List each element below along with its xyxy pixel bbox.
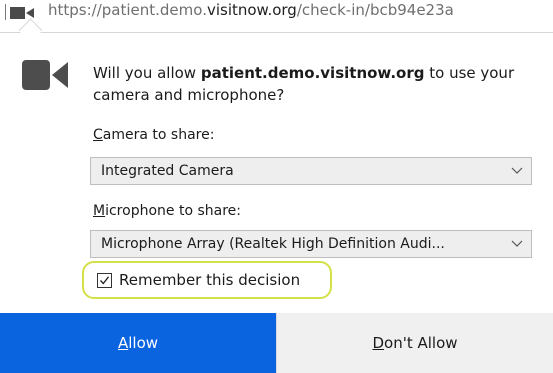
permission-page: https://patient.demo.visitnow.org/check-… — [0, 0, 553, 373]
deny-rest: on't Allow — [384, 334, 458, 352]
allow-accel: A — [117, 334, 129, 352]
dont-allow-button[interactable]: Don't Allow — [276, 313, 553, 373]
camera-select[interactable]: Integrated Camera — [90, 157, 532, 185]
remember-label[interactable]: Remember this decision — [119, 271, 300, 289]
allow-button[interactable]: Allow — [0, 313, 276, 373]
chevron-down-icon — [511, 240, 523, 247]
microphone-select-value: Microphone Array (Realtek High Definitio… — [101, 236, 445, 252]
question-prefix: Will you allow — [93, 64, 201, 82]
camera-select-value: Integrated Camera — [101, 163, 234, 179]
camera-label-rest: amera to share: — [102, 127, 215, 143]
camera-icon — [22, 60, 68, 90]
camera-icon[interactable] — [10, 6, 37, 20]
url-text[interactable]: https://patient.demo.visitnow.org/check-… — [48, 1, 454, 19]
camera-label: Camera to share: — [93, 127, 214, 143]
url-domain: visitnow.org — [206, 1, 297, 19]
microphone-label-rest: icrophone to share: — [105, 203, 241, 219]
microphone-select[interactable]: Microphone Array (Realtek High Definitio… — [90, 230, 532, 258]
url-prefix: https://patient.demo. — [48, 1, 207, 19]
question-host: patient.demo.visitnow.org — [200, 64, 425, 82]
checkmark-icon — [100, 276, 110, 285]
url-suffix: /check-in/bcb94e23a — [296, 1, 454, 19]
url-bar[interactable]: https://patient.demo.visitnow.org/check-… — [0, 0, 553, 34]
camera-label-accel: C — [93, 127, 103, 143]
remember-checkbox[interactable] — [97, 273, 112, 288]
allow-rest: llow — [128, 334, 159, 352]
microphone-label: Microphone to share: — [93, 203, 241, 219]
chevron-down-icon — [511, 167, 523, 174]
deny-accel: D — [372, 334, 385, 352]
microphone-label-accel: M — [93, 203, 106, 219]
permission-question: Will you allow patient.demo.visitnow.org… — [93, 62, 533, 106]
urlbar-divider — [5, 4, 6, 20]
